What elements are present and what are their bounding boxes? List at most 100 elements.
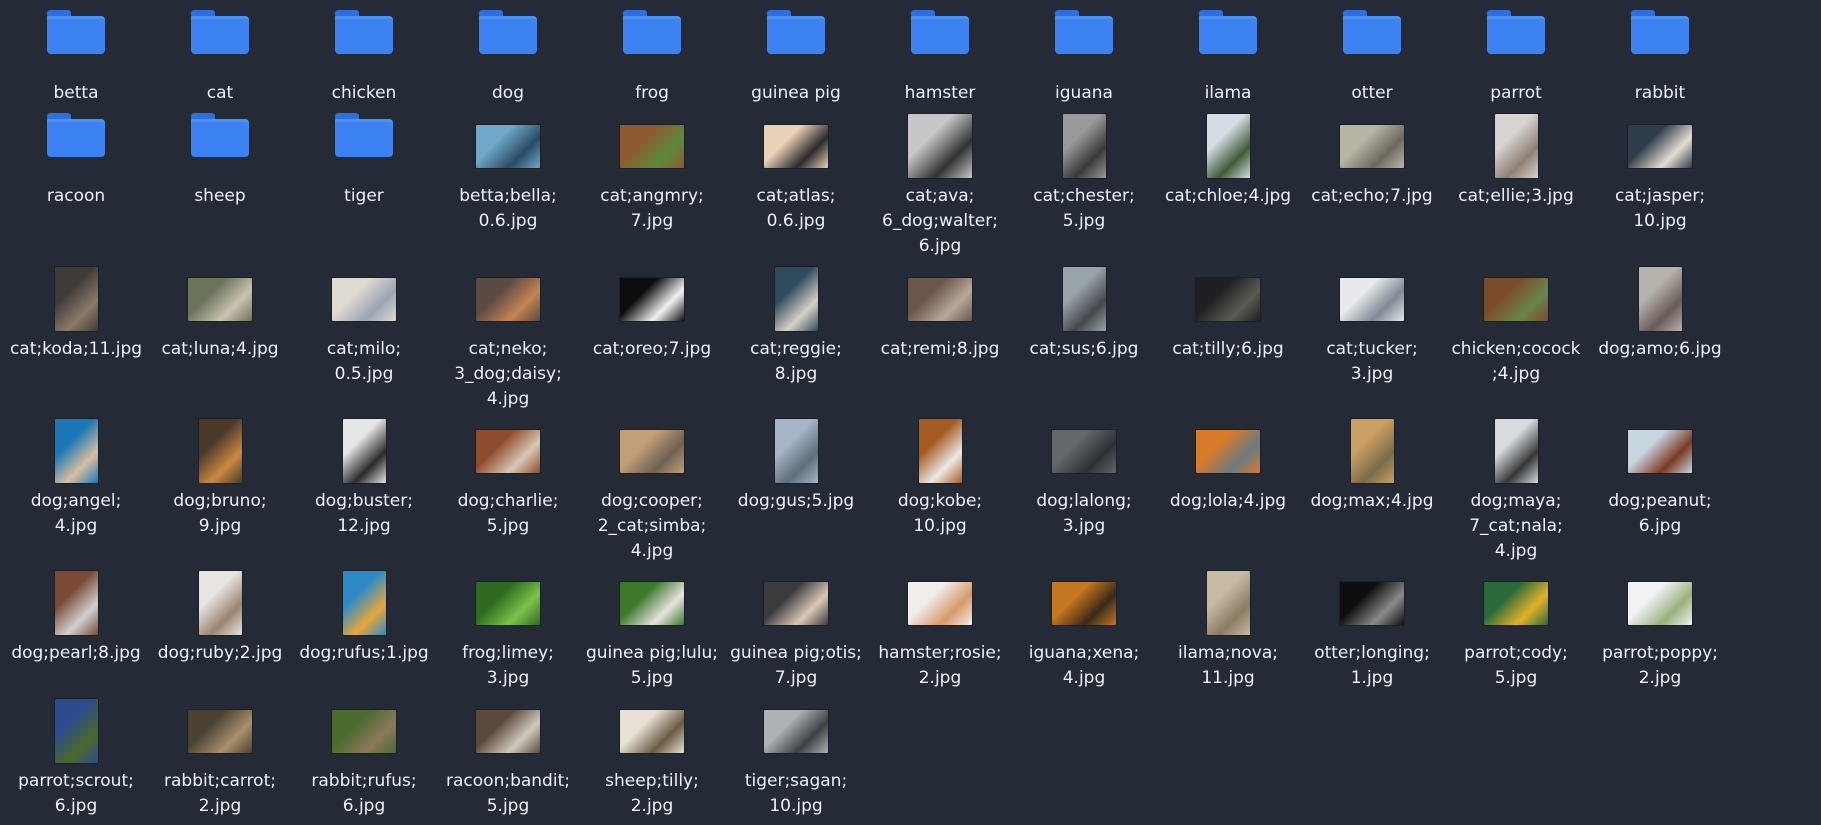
thumbnail-box (1444, 418, 1588, 484)
image-file-item[interactable]: cat;chester; 5.jpg (1012, 113, 1156, 234)
image-file-item[interactable]: cat;echo;7.jpg (1300, 113, 1444, 209)
image-file-item[interactable]: cat;milo; 0.5.jpg (292, 266, 436, 387)
image-file-item[interactable]: cat;ava; 6_dog;walter; 6.jpg (868, 113, 1012, 259)
image-file-item[interactable]: rabbit;carrot; 2.jpg (148, 698, 292, 819)
folder-item[interactable]: guinea pig (724, 10, 868, 106)
image-file-item[interactable]: cat;ellie;3.jpg (1444, 113, 1588, 209)
folder-icon (191, 10, 249, 54)
image-file-item[interactable]: cat;tilly;6.jpg (1156, 266, 1300, 362)
image-file-item[interactable]: dog;angel; 4.jpg (4, 418, 148, 539)
file-name-line: 2.jpg (918, 668, 962, 688)
folder-item[interactable]: hamster (868, 10, 1012, 106)
image-file-item[interactable]: dog;rufus;1.jpg (292, 570, 436, 666)
image-thumbnail (342, 571, 386, 635)
image-thumbnail (1628, 581, 1692, 625)
image-file-item[interactable]: parrot;poppy; 2.jpg (1588, 570, 1732, 691)
file-name-line: cat;sus;6.jpg (1029, 339, 1139, 359)
image-file-item[interactable]: betta;bella; 0.6.jpg (436, 113, 580, 234)
thumbnail-box (724, 113, 868, 179)
image-thumbnail (476, 277, 540, 321)
image-file-item[interactable]: cat;remi;8.jpg (868, 266, 1012, 362)
file-name-line: dog;lalong; (1036, 491, 1132, 511)
file-name-label: dog;charlie; 5.jpg (433, 489, 583, 539)
folder-item[interactable]: frog (580, 10, 724, 106)
image-file-item[interactable]: iguana;xena; 4.jpg (1012, 570, 1156, 691)
file-name-label: dog;pearl;8.jpg (1, 641, 151, 666)
folder-icon-box (292, 113, 436, 179)
folder-item[interactable]: dog (436, 10, 580, 106)
image-file-item[interactable]: parrot;cody; 5.jpg (1444, 570, 1588, 691)
image-file-item[interactable]: chicken;cocock ;4.jpg (1444, 266, 1588, 387)
image-file-item[interactable]: cat;oreo;7.jpg (580, 266, 724, 362)
folder-item[interactable]: rabbit (1588, 10, 1732, 106)
file-name-line: ilama (1204, 83, 1252, 103)
image-file-item[interactable]: cat;neko; 3_dog;daisy; 4.jpg (436, 266, 580, 412)
thumbnail-box (724, 418, 868, 484)
image-file-item[interactable]: dog;ruby;2.jpg (148, 570, 292, 666)
folder-item[interactable]: racoon (4, 113, 148, 209)
file-name-line: cat;tilly;6.jpg (1172, 339, 1284, 359)
file-name-line: cat;neko; (468, 339, 548, 359)
image-file-item[interactable]: dog;peanut; 6.jpg (1588, 418, 1732, 539)
folder-item[interactable]: ilama (1156, 10, 1300, 106)
folder-item[interactable]: cat (148, 10, 292, 106)
folder-item[interactable]: sheep (148, 113, 292, 209)
image-file-item[interactable]: cat;chloe;4.jpg (1156, 113, 1300, 209)
thumbnail-box (1012, 113, 1156, 179)
image-file-item[interactable]: dog;kobe; 10.jpg (868, 418, 1012, 539)
file-name-label: chicken (289, 81, 439, 106)
image-file-item[interactable]: dog;gus;5.jpg (724, 418, 868, 514)
image-file-item[interactable]: frog;limey; 3.jpg (436, 570, 580, 691)
image-thumbnail (1196, 277, 1260, 321)
image-thumbnail (908, 114, 972, 178)
file-name-line: dog;charlie; (457, 491, 559, 511)
file-name-line: rabbit (1634, 83, 1686, 103)
folder-item[interactable]: tiger (292, 113, 436, 209)
file-name-line: 10.jpg (769, 796, 823, 816)
file-name-line: betta (53, 83, 99, 103)
image-file-item[interactable]: dog;charlie; 5.jpg (436, 418, 580, 539)
image-file-item[interactable]: dog;bruno; 9.jpg (148, 418, 292, 539)
thumbnail-box (580, 418, 724, 484)
folder-item[interactable]: otter (1300, 10, 1444, 106)
image-file-item[interactable]: dog;max;4.jpg (1300, 418, 1444, 514)
image-file-item[interactable]: otter;longing; 1.jpg (1300, 570, 1444, 691)
file-name-label: tiger;sagan; 10.jpg (721, 769, 871, 819)
image-file-item[interactable]: dog;pearl;8.jpg (4, 570, 148, 666)
image-file-item[interactable]: cat;tucker; 3.jpg (1300, 266, 1444, 387)
image-file-item[interactable]: tiger;sagan; 10.jpg (724, 698, 868, 819)
image-file-item[interactable]: cat;atlas; 0.6.jpg (724, 113, 868, 234)
image-file-item[interactable]: parrot;scrout; 6.jpg (4, 698, 148, 819)
image-file-item[interactable]: cat;sus;6.jpg (1012, 266, 1156, 362)
image-file-item[interactable]: dog;lalong; 3.jpg (1012, 418, 1156, 539)
image-file-item[interactable]: dog;lola;4.jpg (1156, 418, 1300, 514)
image-file-item[interactable]: dog;amo;6.jpg (1588, 266, 1732, 362)
image-file-item[interactable]: guinea pig;otis; 7.jpg (724, 570, 868, 691)
file-name-label: cat;atlas; 0.6.jpg (721, 184, 871, 234)
folder-item[interactable]: parrot (1444, 10, 1588, 106)
image-file-item[interactable]: cat;angmry; 7.jpg (580, 113, 724, 234)
folder-item[interactable]: chicken (292, 10, 436, 106)
image-file-item[interactable]: hamster;rosie; 2.jpg (868, 570, 1012, 691)
image-file-item[interactable]: cat;jasper; 10.jpg (1588, 113, 1732, 234)
file-name-label: cat;ellie;3.jpg (1441, 184, 1591, 209)
image-file-item[interactable]: cat;koda;11.jpg (4, 266, 148, 362)
folder-item[interactable]: iguana (1012, 10, 1156, 106)
image-file-item[interactable]: cat;luna;4.jpg (148, 266, 292, 362)
image-file-item[interactable]: cat;reggie; 8.jpg (724, 266, 868, 387)
file-name-label: cat;oreo;7.jpg (577, 337, 727, 362)
image-file-item[interactable]: guinea pig;lulu; 5.jpg (580, 570, 724, 691)
thumbnail-box (1300, 113, 1444, 179)
image-file-item[interactable]: rabbit;rufus; 6.jpg (292, 698, 436, 819)
image-file-item[interactable]: ilama;nova; 11.jpg (1156, 570, 1300, 691)
image-file-item[interactable]: racoon;bandit; 5.jpg (436, 698, 580, 819)
image-file-item[interactable]: dog;cooper; 2_cat;simba; 4.jpg (580, 418, 724, 564)
image-file-item[interactable]: dog;buster; 12.jpg (292, 418, 436, 539)
file-name-label: sheep (145, 184, 295, 209)
file-name-line: rabbit;carrot; (164, 771, 276, 791)
image-file-item[interactable]: sheep;tilly; 2.jpg (580, 698, 724, 819)
folder-item[interactable]: betta (4, 10, 148, 106)
image-thumbnail (54, 699, 98, 763)
image-thumbnail (1628, 124, 1692, 168)
image-file-item[interactable]: dog;maya; 7_cat;nala; 4.jpg (1444, 418, 1588, 564)
